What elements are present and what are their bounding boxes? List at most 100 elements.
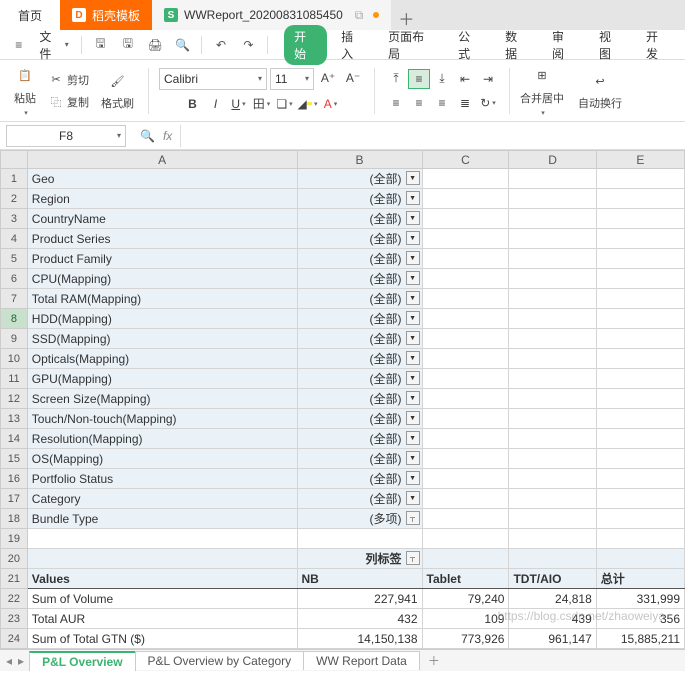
dropdown-icon[interactable]: ▼ bbox=[406, 391, 420, 405]
row-header[interactable]: 14 bbox=[1, 429, 28, 449]
pivot-field-label[interactable]: Total RAM(Mapping) bbox=[27, 289, 297, 309]
fx-icon[interactable]: fx bbox=[163, 129, 172, 143]
pivot-field-label[interactable]: CountryName bbox=[27, 209, 297, 229]
dropdown-icon[interactable]: ▼ bbox=[406, 271, 420, 285]
data-cell[interactable]: 14,150,138 bbox=[297, 629, 422, 649]
pivot-field-value[interactable]: (全部)▼ bbox=[297, 169, 422, 189]
dropdown-icon[interactable]: ▼ bbox=[406, 371, 420, 385]
data-cell[interactable]: 432 bbox=[297, 609, 422, 629]
col-header[interactable]: A bbox=[27, 151, 297, 169]
row-header[interactable]: 10 bbox=[1, 349, 28, 369]
row-header[interactable]: 7 bbox=[1, 289, 28, 309]
data-cell[interactable]: 79,240 bbox=[422, 589, 509, 609]
file-menu[interactable]: 文件▾ bbox=[33, 28, 74, 62]
dropdown-icon[interactable]: ▼ bbox=[406, 491, 420, 505]
data-cell[interactable]: 24,818 bbox=[509, 589, 596, 609]
dropdown-icon[interactable]: ▼ bbox=[406, 431, 420, 445]
search-icon[interactable]: 🔍 bbox=[140, 129, 155, 143]
pivot-field-label[interactable]: HDD(Mapping) bbox=[27, 309, 297, 329]
menu-view[interactable]: 视图 bbox=[589, 25, 632, 65]
row-header[interactable]: 23 bbox=[1, 609, 28, 629]
row-header[interactable]: 6 bbox=[1, 269, 28, 289]
underline-button[interactable]: U bbox=[228, 94, 250, 114]
pivot-field-label[interactable]: Region bbox=[27, 189, 297, 209]
pivot-field-label[interactable]: Bundle Type bbox=[27, 509, 297, 529]
pivot-field-value[interactable]: (全部)▼ bbox=[297, 489, 422, 509]
row-header[interactable]: 4 bbox=[1, 229, 28, 249]
row-header[interactable]: 17 bbox=[1, 489, 28, 509]
dropdown-icon[interactable]: ▼ bbox=[406, 291, 420, 305]
row-header[interactable]: 2 bbox=[1, 189, 28, 209]
redo-button[interactable]: ↷ bbox=[236, 33, 261, 57]
row-header[interactable]: 15 bbox=[1, 449, 28, 469]
sheet-nav-prev[interactable]: ◂ bbox=[6, 654, 12, 668]
save-as-button[interactable]: 🖫 bbox=[115, 33, 140, 57]
align-center-button[interactable]: ≡ bbox=[408, 93, 430, 113]
row-header[interactable]: 22 bbox=[1, 589, 28, 609]
dropdown-icon[interactable]: ┬ bbox=[406, 511, 420, 525]
italic-button[interactable]: I bbox=[205, 94, 227, 114]
pivot-field-value[interactable]: (全部)▼ bbox=[297, 389, 422, 409]
pivot-field-value[interactable]: (全部)▼ bbox=[297, 449, 422, 469]
data-cell[interactable]: 961,147 bbox=[509, 629, 596, 649]
pivot-field-value[interactable]: (全部)▼ bbox=[297, 249, 422, 269]
data-cell[interactable]: 356 bbox=[596, 609, 684, 629]
pivot-field-value[interactable]: (全部)▼ bbox=[297, 409, 422, 429]
sheet-tab[interactable]: WW Report Data bbox=[303, 651, 420, 670]
dropdown-icon[interactable]: ▼ bbox=[406, 251, 420, 265]
data-cell[interactable]: 773,926 bbox=[422, 629, 509, 649]
sheet-tab[interactable]: P&L Overview bbox=[29, 651, 135, 671]
align-justify-button[interactable]: ≣ bbox=[454, 93, 476, 113]
print-preview-button[interactable]: 🔍 bbox=[170, 33, 195, 57]
sheet-nav-next[interactable]: ▸ bbox=[18, 654, 24, 668]
pivot-field-value[interactable]: (全部)▼ bbox=[297, 429, 422, 449]
pivot-field-value[interactable]: (全部)▼ bbox=[297, 289, 422, 309]
align-bottom-button[interactable]: ⤓ bbox=[431, 69, 453, 89]
pivot-field-label[interactable]: Product Series bbox=[27, 229, 297, 249]
font-size-select[interactable]: 11 bbox=[270, 68, 314, 90]
dropdown-icon[interactable]: ▼ bbox=[406, 331, 420, 345]
pivot-field-value[interactable]: (多项)┬ bbox=[297, 509, 422, 529]
font-color-button[interactable]: A bbox=[320, 94, 342, 114]
row-header[interactable]: 9 bbox=[1, 329, 28, 349]
dropdown-icon[interactable]: ▼ bbox=[406, 411, 420, 425]
row-header[interactable]: 24 bbox=[1, 629, 28, 649]
pivot-field-label[interactable]: Product Family bbox=[27, 249, 297, 269]
col-header[interactable]: D bbox=[509, 151, 596, 169]
fill-color-button[interactable]: ◢ bbox=[297, 94, 319, 114]
col-header[interactable]: C bbox=[422, 151, 509, 169]
row-header[interactable]: 16 bbox=[1, 469, 28, 489]
add-sheet-button[interactable]: ＋ bbox=[420, 652, 448, 669]
col-total[interactable]: 总计 bbox=[596, 569, 684, 589]
menu-dev[interactable]: 开发 bbox=[636, 25, 679, 65]
pivot-field-label[interactable]: Opticals(Mapping) bbox=[27, 349, 297, 369]
row-header[interactable]: 11 bbox=[1, 369, 28, 389]
dropdown-icon[interactable]: ▼ bbox=[406, 171, 420, 185]
data-row-label[interactable]: Sum of Volume bbox=[27, 589, 297, 609]
orientation-button[interactable]: ↻ bbox=[477, 93, 499, 113]
pivot-field-label[interactable]: Portfolio Status bbox=[27, 469, 297, 489]
cut-button[interactable]: ✂剪切 bbox=[44, 70, 93, 90]
menu-start[interactable]: 开始 bbox=[284, 25, 327, 65]
undo-button[interactable]: ↶ bbox=[208, 33, 233, 57]
window-icon[interactable]: ⧉ bbox=[355, 8, 364, 23]
row-header[interactable]: 5 bbox=[1, 249, 28, 269]
border-button[interactable]: 田 bbox=[251, 94, 273, 114]
align-right-button[interactable]: ≡ bbox=[431, 93, 453, 113]
pivot-field-label[interactable]: Resolution(Mapping) bbox=[27, 429, 297, 449]
data-row-label[interactable]: Sum of Total GTN ($) bbox=[27, 629, 297, 649]
row-header[interactable]: 8 bbox=[1, 309, 28, 329]
row-header[interactable]: 3 bbox=[1, 209, 28, 229]
pivot-field-value[interactable]: (全部)▼ bbox=[297, 329, 422, 349]
pivot-field-value[interactable]: (全部)▼ bbox=[297, 269, 422, 289]
data-row-label[interactable]: Total AUR bbox=[27, 609, 297, 629]
dropdown-icon[interactable]: ▼ bbox=[406, 451, 420, 465]
menu-button[interactable]: ≡ bbox=[6, 33, 31, 57]
dropdown-icon[interactable]: ▼ bbox=[406, 351, 420, 365]
pivot-field-value[interactable]: (全部)▼ bbox=[297, 369, 422, 389]
menu-data[interactable]: 数据 bbox=[495, 25, 538, 65]
pivot-field-value[interactable]: (全部)▼ bbox=[297, 309, 422, 329]
pivot-field-label[interactable]: OS(Mapping) bbox=[27, 449, 297, 469]
dropdown-icon[interactable]: ▼ bbox=[406, 471, 420, 485]
pivot-field-label[interactable]: Geo bbox=[27, 169, 297, 189]
